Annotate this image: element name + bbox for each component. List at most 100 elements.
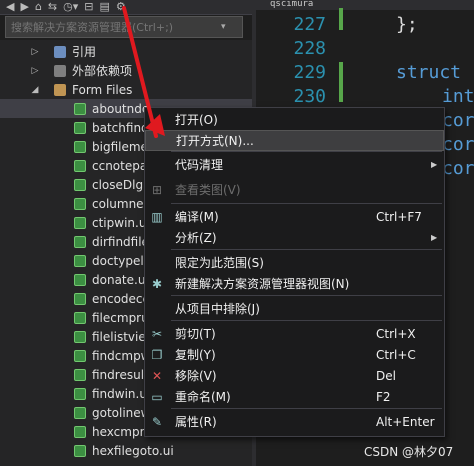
expand-icon[interactable]: ▷ [30, 66, 40, 76]
menu-item[interactable]: 代码清理 ▶ [145, 154, 444, 175]
menu-item[interactable]: 限定为此范围(S) [145, 252, 444, 273]
tree-item-label: findresult [92, 367, 149, 382]
ui-file-icon [74, 387, 86, 400]
sync-button[interactable]: ⇆ [48, 0, 57, 14]
menu-item-label: 复制(Y) [175, 348, 216, 362]
ui-file-icon [74, 216, 86, 229]
menu-item-shortcut: Del [376, 368, 396, 383]
history-icon[interactable]: ◷▾ [63, 0, 78, 14]
menu-item[interactable]: 打开方式(N)... [145, 130, 444, 151]
tree-item-file[interactable]: hexfilegoto.ui [0, 441, 252, 460]
ui-file-icon [74, 349, 86, 362]
ui-file-icon [74, 254, 86, 267]
ui-file-icon [74, 425, 86, 438]
tree-item-label: aboutndc [92, 101, 149, 116]
collapse-icon[interactable]: ◢ [30, 85, 40, 95]
code-fragment: cor [442, 110, 474, 131]
tree-item-label: findwin.ui [92, 386, 151, 401]
tree-item-label: filecmpru [92, 310, 149, 325]
code-line: struct [396, 62, 462, 83]
ui-file-icon [74, 102, 86, 115]
menu-item[interactable]: ✎ 属性(R) Alt+Enter [145, 411, 444, 432]
menu-item[interactable]: ✱ 新建解决方案资源管理器视图(N) [145, 273, 444, 294]
rename-icon: ▭ [151, 389, 163, 404]
expand-icon[interactable]: ▷ [30, 47, 40, 57]
forward-icon[interactable]: ▶ [20, 0, 28, 14]
menu-separator [171, 151, 442, 152]
menu-item[interactable]: 分析(Z) ▶ [145, 227, 444, 248]
tree-item-references[interactable]: ▷ 引用 [0, 42, 252, 61]
copy-icon: ❐ [151, 347, 163, 362]
tree-item-label: donate.ui [92, 272, 149, 287]
submenu-arrow-icon: ▶ [431, 233, 438, 242]
tree-item-form-files[interactable]: ◢ Form Files [0, 80, 252, 99]
external-deps-icon [54, 64, 66, 77]
home-icon[interactable]: ⌂ [35, 0, 42, 14]
code-line: }; [396, 14, 418, 35]
change-marker [339, 62, 343, 102]
properties-icon[interactable]: ⚙ [116, 0, 126, 14]
menu-item[interactable]: ✕ 移除(V) Del [145, 365, 444, 386]
new-view-icon: ✱ [151, 276, 163, 291]
ui-file-icon [74, 273, 86, 286]
tree-item-label: findcmpw [92, 348, 151, 363]
menu-item[interactable]: ▭ 重命名(M) F2 [145, 386, 444, 407]
show-all-files-icon[interactable]: ▤ [99, 0, 109, 14]
menu-item-label: 打开(O) [175, 113, 218, 127]
submenu-arrow-icon: ▶ [431, 160, 438, 169]
menu-item[interactable]: 打开(O) [145, 109, 444, 130]
menu-separator [171, 203, 442, 204]
menu-item-label: 从项目中排除(J) [175, 302, 260, 316]
back-icon[interactable]: ◀ [6, 0, 14, 14]
menu-item-label: 移除(V) [175, 369, 217, 383]
menu-item-shortcut: Ctrl+C [376, 347, 416, 362]
remove-x-icon: ✕ [151, 368, 163, 383]
tree-item-external-deps[interactable]: ▷ 外部依赖项 [0, 61, 252, 80]
ui-file-icon [74, 197, 86, 210]
change-marker [339, 8, 343, 30]
tree-item-label: closeDlg. [92, 177, 147, 192]
search-options-icon[interactable]: ▾ [221, 22, 226, 32]
line-number: 229 [293, 62, 326, 83]
tree-item-label: columnec [92, 196, 151, 211]
solution-search-box: ▾ [5, 16, 243, 38]
ui-file-icon [74, 178, 86, 191]
ui-file-icon [74, 444, 86, 457]
ui-file-icon [74, 121, 86, 134]
tree-item-label: dirfindfile [92, 234, 149, 249]
solution-explorer-toolbar: ◀ ▶ ⌂ ⇆ ◷▾ ⊟ ▤ ⚙ [0, 0, 258, 15]
line-number: 227 [293, 14, 326, 35]
menu-item: ⊞ 查看类图(V) [145, 179, 444, 200]
menu-item-shortcut: Ctrl+F7 [376, 209, 422, 224]
scissors-icon: ✂ [151, 326, 163, 341]
menu-item-label: 代码清理 [175, 158, 224, 172]
code-fragment: cor [442, 158, 474, 179]
tree-item-label: ctipwin.ui [92, 215, 150, 230]
menu-item-shortcut: F2 [376, 389, 391, 404]
context-menu: 打开(O) 打开方式(N)... 代码清理 ▶ ⊞ 查看类图(V) ▥ 编译(M) Ctrl+F… [144, 107, 445, 437]
menu-item[interactable]: ▥ 编译(M) Ctrl+F7 [145, 206, 444, 227]
tree-item-label: bigfileme [92, 139, 148, 154]
menu-separator [171, 408, 442, 409]
menu-item-label: 新建解决方案资源管理器视图(N) [175, 277, 350, 291]
menu-item[interactable]: ❐ 复制(Y) Ctrl+C [145, 344, 444, 365]
menu-item-label: 编译(M) [175, 210, 219, 224]
search-input[interactable] [11, 20, 221, 34]
menu-item-label: 打开方式(N)... [176, 134, 254, 148]
menu-item[interactable]: 从项目中排除(J) [145, 298, 444, 319]
tree-item-label: doctypeli [92, 253, 148, 268]
compile-icon: ▥ [151, 209, 163, 224]
tree-item-label: Form Files [72, 82, 133, 97]
tree-item-label: gotolinew [92, 405, 151, 420]
collapse-all-icon[interactable]: ⊟ [84, 0, 93, 14]
tree-item-label: ccnotepa [92, 158, 148, 173]
menu-item-label: 限定为此范围(S) [175, 256, 264, 270]
menu-item-label: 分析(Z) [175, 231, 217, 245]
ui-file-icon [74, 406, 86, 419]
menu-item[interactable]: ✂ 剪切(T) Ctrl+X [145, 323, 444, 344]
line-number: 230 [293, 86, 326, 107]
menu-item-label: 剪切(T) [175, 327, 216, 341]
editor-tab[interactable]: qscimura [256, 0, 474, 10]
tree-item-label: batchfind [92, 120, 149, 135]
menu-item-shortcut: Ctrl+X [376, 326, 416, 341]
